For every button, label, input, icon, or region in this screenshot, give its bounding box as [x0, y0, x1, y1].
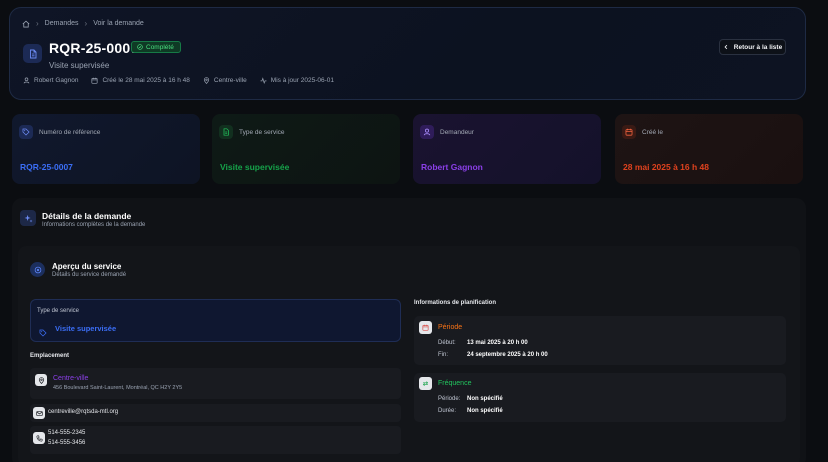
phone-2-link[interactable]: 514-555-3456: [48, 440, 85, 446]
target-icon: [30, 262, 45, 277]
chevron-right-icon: ›: [84, 19, 88, 28]
service-type-box-value: Visite supervisée: [55, 324, 117, 333]
sparkles-icon: [20, 210, 36, 226]
request-id-title: RQR-25-0007: [49, 40, 139, 56]
service-type-box: [30, 299, 401, 342]
location-row: Centre-ville 456 Boulevard Saint-Laurent…: [30, 368, 401, 399]
service-type-box-label: Type de service: [37, 308, 80, 314]
file-text-icon: [219, 125, 233, 139]
map-pin-icon: [203, 77, 209, 84]
period-start-label: Début:: [438, 340, 456, 346]
requester-card: Demandeur Robert Gagnon: [413, 114, 601, 184]
meta-location: Centre-ville: [203, 77, 247, 84]
period-start-value: 13 mai 2025 à 20 h 00: [467, 340, 528, 346]
frequency-duration-value: Non spécifié: [467, 408, 503, 414]
email-link[interactable]: centreville@rqtsda-mtl.org: [48, 409, 118, 415]
meta-updated: Mis à jour 2025-06-01: [260, 77, 334, 84]
home-icon[interactable]: [22, 20, 30, 28]
phone-1-link[interactable]: 514-555-2345: [48, 430, 85, 436]
location-heading: Emplacement: [30, 353, 70, 359]
calendar-icon: [622, 125, 636, 139]
chevron-right-icon: ›: [36, 19, 39, 28]
status-label: Complété: [146, 43, 174, 51]
reference-number-value: RQR-25-0007: [20, 162, 73, 172]
phone-row: 514-555-2345 514-555-3456: [30, 426, 401, 454]
details-title: Détails de la demande: [42, 211, 132, 221]
location-address: 456 Boulevard Saint-Laurent, Montréal, Q…: [53, 385, 183, 391]
document-icon: [23, 44, 42, 63]
calendar-icon: [91, 77, 98, 84]
phone-icon: [33, 432, 45, 444]
request-subtitle: Visite supervisée: [49, 61, 110, 70]
email-row: centreville@rqtsda-mtl.org: [30, 404, 401, 422]
repeat-icon: [419, 377, 432, 390]
frequency-period-label: Période:: [438, 396, 461, 402]
back-to-list-button[interactable]: Retour à la liste: [719, 39, 786, 55]
overview-subtitle: Détails du service demandé: [52, 272, 127, 278]
created-at-label: Créé le: [642, 129, 663, 136]
status-badge: Complété: [131, 41, 181, 53]
service-type-label: Type de service: [239, 129, 285, 136]
created-at-value: 28 mai 2025 à 16 h 48: [623, 162, 710, 172]
breadcrumb-demandes[interactable]: Demandes: [45, 20, 79, 27]
reference-number-label: Numéro de référence: [39, 129, 101, 136]
frequency-duration-label: Durée:: [438, 408, 457, 414]
tag-icon: [19, 125, 33, 139]
planning-heading: Informations de planification: [414, 300, 497, 306]
user-icon: [23, 77, 30, 84]
calendar-icon: [419, 321, 432, 334]
requester-label: Demandeur: [440, 129, 474, 136]
map-pin-icon: [35, 374, 47, 386]
overview-title: Aperçu du service: [52, 262, 122, 271]
service-type-value: Visite supervisée: [220, 162, 290, 172]
request-meta-row: Robert Gagnon Créé le 28 mai 2025 à 16 h…: [23, 77, 347, 84]
frequency-period-value: Non spécifié: [467, 396, 503, 402]
requester-value: Robert Gagnon: [421, 162, 483, 172]
period-end-value: 24 septembre 2025 à 20 h 00: [467, 352, 548, 358]
activity-icon: [260, 77, 267, 84]
meta-created: Créé le 28 mai 2025 à 16 h 48: [91, 77, 190, 84]
created-at-card: Créé le 28 mai 2025 à 16 h 48: [615, 114, 803, 184]
service-type-card: Type de service Visite supervisée: [212, 114, 400, 184]
mail-icon: [33, 407, 45, 419]
check-circle-icon: [137, 44, 143, 50]
frequency-title: Fréquence: [438, 380, 472, 387]
user-icon: [420, 125, 434, 139]
period-box: Période Début: 13 mai 2025 à 20 h 00 Fin…: [414, 316, 786, 365]
meta-author: Robert Gagnon: [23, 77, 78, 84]
chevron-left-icon: [724, 44, 727, 50]
breadcrumb: › Demandes › Voir la demande: [22, 19, 144, 28]
period-end-label: Fin:: [438, 352, 449, 358]
location-name-link[interactable]: Centre-ville: [53, 375, 88, 382]
breadcrumb-current: Voir la demande: [93, 20, 144, 27]
period-title: Période: [438, 324, 463, 331]
reference-number-card: Numéro de référence RQR-25-0007: [12, 114, 200, 184]
frequency-box: Fréquence Période: Non spécifié Durée: N…: [414, 373, 786, 422]
tag-icon: [39, 324, 47, 342]
details-subtitle: Informations complètes de la demande: [42, 222, 146, 228]
